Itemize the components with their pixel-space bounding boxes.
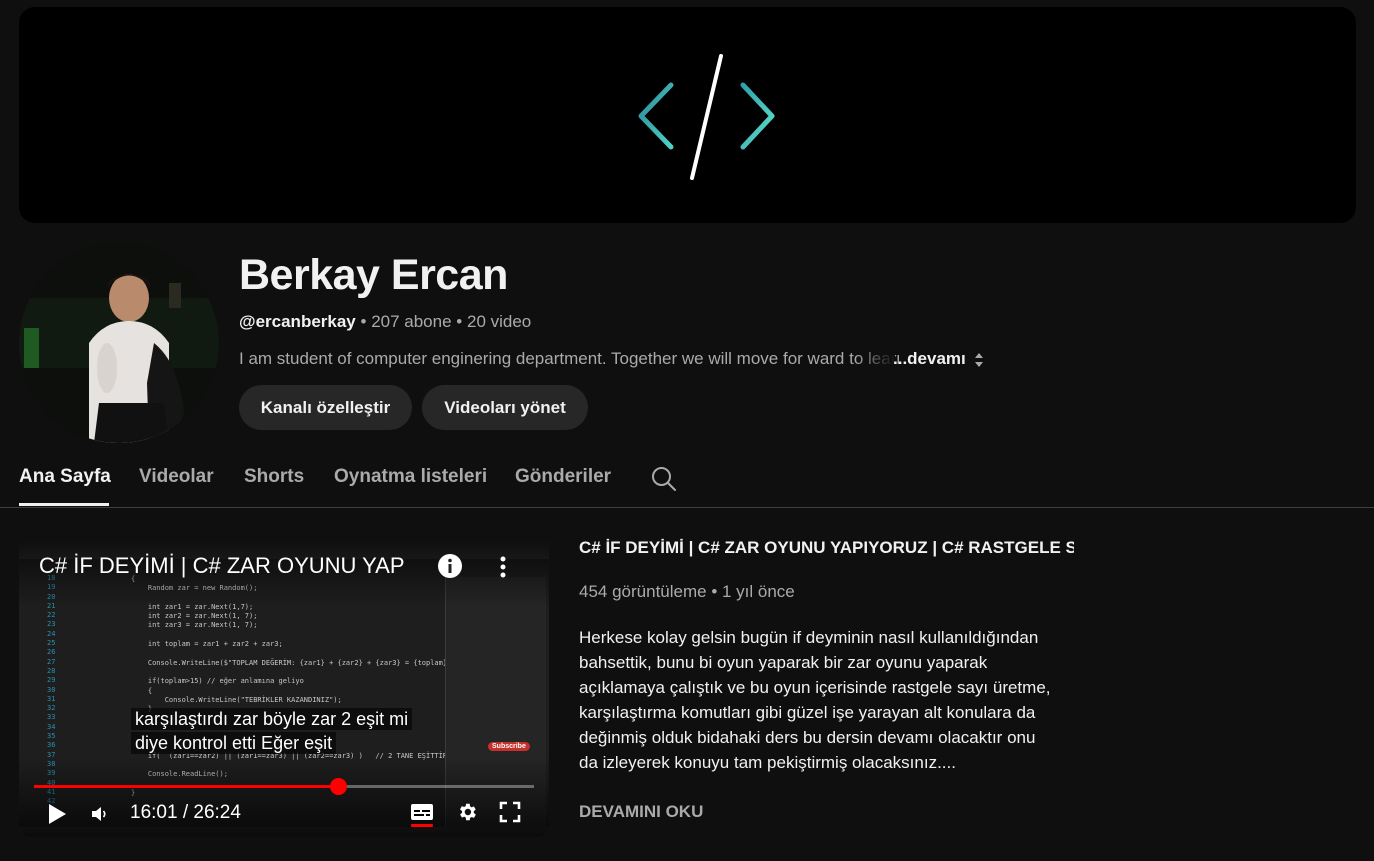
caption-line-1: karşılaştırdı zar böyle zar 2 eşit mi xyxy=(131,708,413,730)
channel-handle[interactable]: @ercanberkay xyxy=(239,312,356,331)
read-more-link[interactable]: DEVAMINI OKU xyxy=(579,802,703,822)
video-meta: 454 görüntüleme • 1 yıl önce xyxy=(579,582,795,601)
time-display: 16:01 / 26:24 xyxy=(130,802,241,823)
tab-divider xyxy=(0,507,1374,508)
tab-home[interactable]: Ana Sayfa xyxy=(19,466,111,488)
subtitles-active-indicator xyxy=(411,824,433,827)
info-icon[interactable] xyxy=(437,553,463,579)
player-bottom-gradient xyxy=(19,757,549,837)
expand-arrows-icon[interactable] xyxy=(974,352,984,368)
channel-description[interactable]: I am student of computer enginering depa… xyxy=(239,349,899,369)
description-more-link[interactable]: ...devamı xyxy=(893,349,966,369)
video-title[interactable]: C# İF DEYİMİ | C# ZAR OYUNU YAPIYORUZ | … xyxy=(579,538,1074,558)
tab-videos[interactable]: Videolar xyxy=(139,466,214,488)
fullscreen-icon[interactable] xyxy=(499,801,521,823)
tab-shorts[interactable]: Shorts xyxy=(244,466,304,488)
volume-icon[interactable] xyxy=(91,805,109,823)
description-fade xyxy=(855,348,895,372)
meta-separator: • xyxy=(360,312,367,331)
search-icon[interactable] xyxy=(651,466,677,492)
video-player[interactable]: 18 19 20 21 22 23 24 25 26 27 28 29 30 3… xyxy=(19,537,549,837)
progress-fill xyxy=(34,785,338,788)
caption-line-2: diye kontrol etti Eğer eşit xyxy=(131,732,337,754)
customize-channel-button[interactable]: Kanalı özelleştir xyxy=(239,385,412,430)
active-tab-indicator xyxy=(19,503,109,506)
tab-posts[interactable]: Gönderiler xyxy=(515,466,611,488)
channel-banner xyxy=(19,7,1356,223)
channel-avatar[interactable] xyxy=(19,243,219,443)
subscriber-count: 207 abone xyxy=(371,312,452,331)
code-logo-icon xyxy=(638,54,775,180)
settings-gear-icon[interactable] xyxy=(456,801,478,823)
subscribe-badge: Subscribe xyxy=(488,742,530,751)
video-description: Herkese kolay gelsin bugün if deyminin n… xyxy=(579,628,1051,772)
player-title[interactable]: C# İF DEYİMİ | C# ZAR OYUNU YAPIYORUZ | … xyxy=(39,553,404,579)
avatar-photo xyxy=(19,243,219,443)
manage-videos-button[interactable]: Videoları yönet xyxy=(422,385,588,430)
video-caption: karşılaştırdı zar böyle zar 2 eşit mi di… xyxy=(131,707,413,755)
tab-playlists[interactable]: Oynatma listeleri xyxy=(334,466,487,488)
video-count: 20 video xyxy=(466,312,532,331)
subtitles-icon[interactable] xyxy=(410,802,434,822)
play-icon[interactable] xyxy=(47,803,67,825)
more-vert-icon[interactable] xyxy=(494,554,512,580)
meta-separator: • xyxy=(456,312,463,331)
progress-scrubber[interactable] xyxy=(329,778,347,795)
channel-meta: @ercanberkay • 207 abone • 20 video xyxy=(239,312,531,332)
channel-name: Berkay Ercan xyxy=(239,251,508,299)
